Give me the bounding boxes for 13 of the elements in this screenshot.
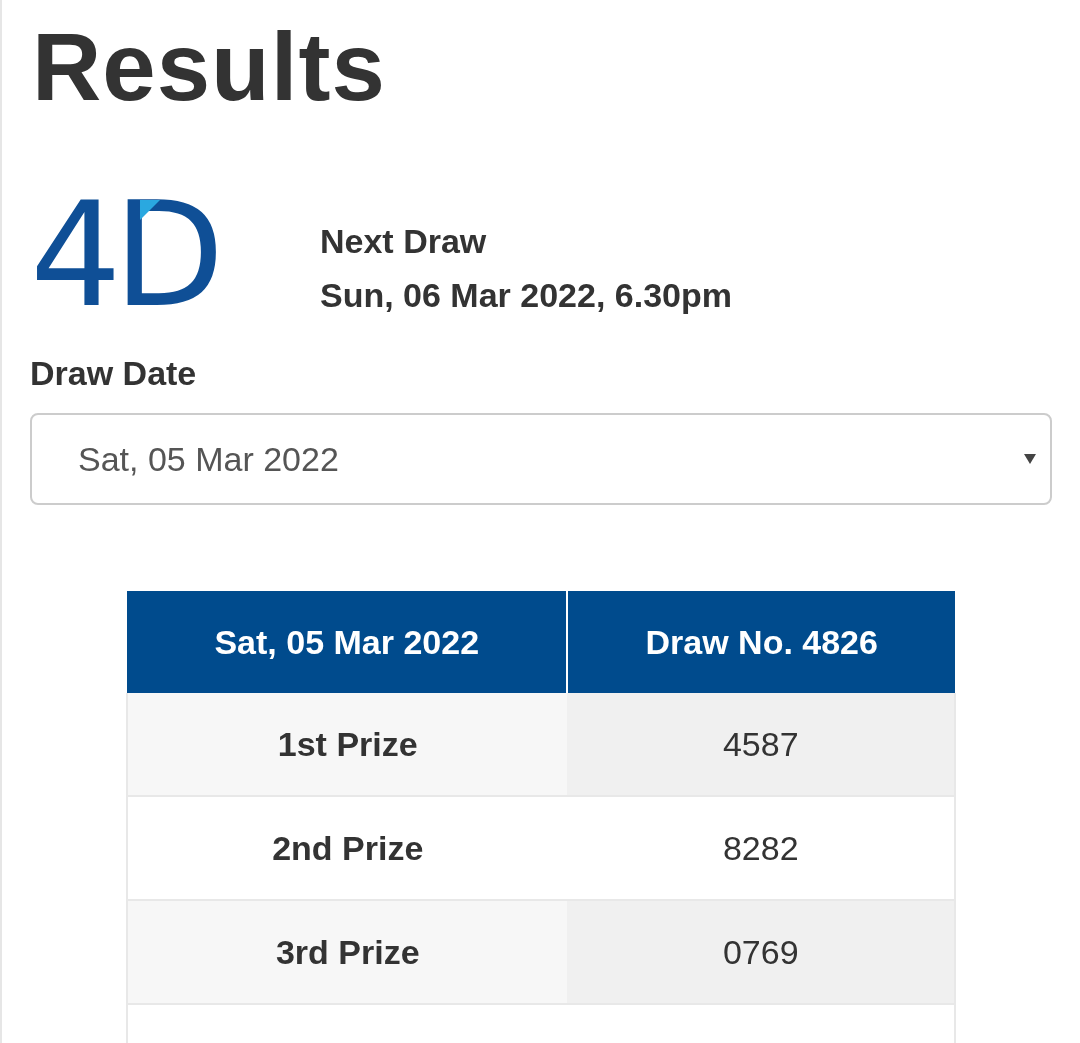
page-title: Results xyxy=(32,12,387,122)
prize-cell: 3rd Prize xyxy=(127,900,568,1004)
draw-date-dropdown[interactable]: Sat, 05 Mar 2022 xyxy=(30,413,1052,505)
caret-icon xyxy=(1024,454,1036,464)
column-header: Draw No. 4826 xyxy=(567,591,955,693)
number-cell: 0769 xyxy=(567,900,955,1004)
next-draw-label: Next Draw xyxy=(320,221,488,262)
logo: 4D xyxy=(30,198,218,313)
draw-date-label: Draw Date xyxy=(30,353,198,394)
column-header: Sat, 05 Mar 2022 xyxy=(127,591,568,693)
prize-cell: 1st Prize xyxy=(127,693,568,796)
number-cell: 4587 xyxy=(567,693,955,796)
next-draw-datetime: Sun, 06 Mar 2022, 6.30pm xyxy=(320,275,732,316)
